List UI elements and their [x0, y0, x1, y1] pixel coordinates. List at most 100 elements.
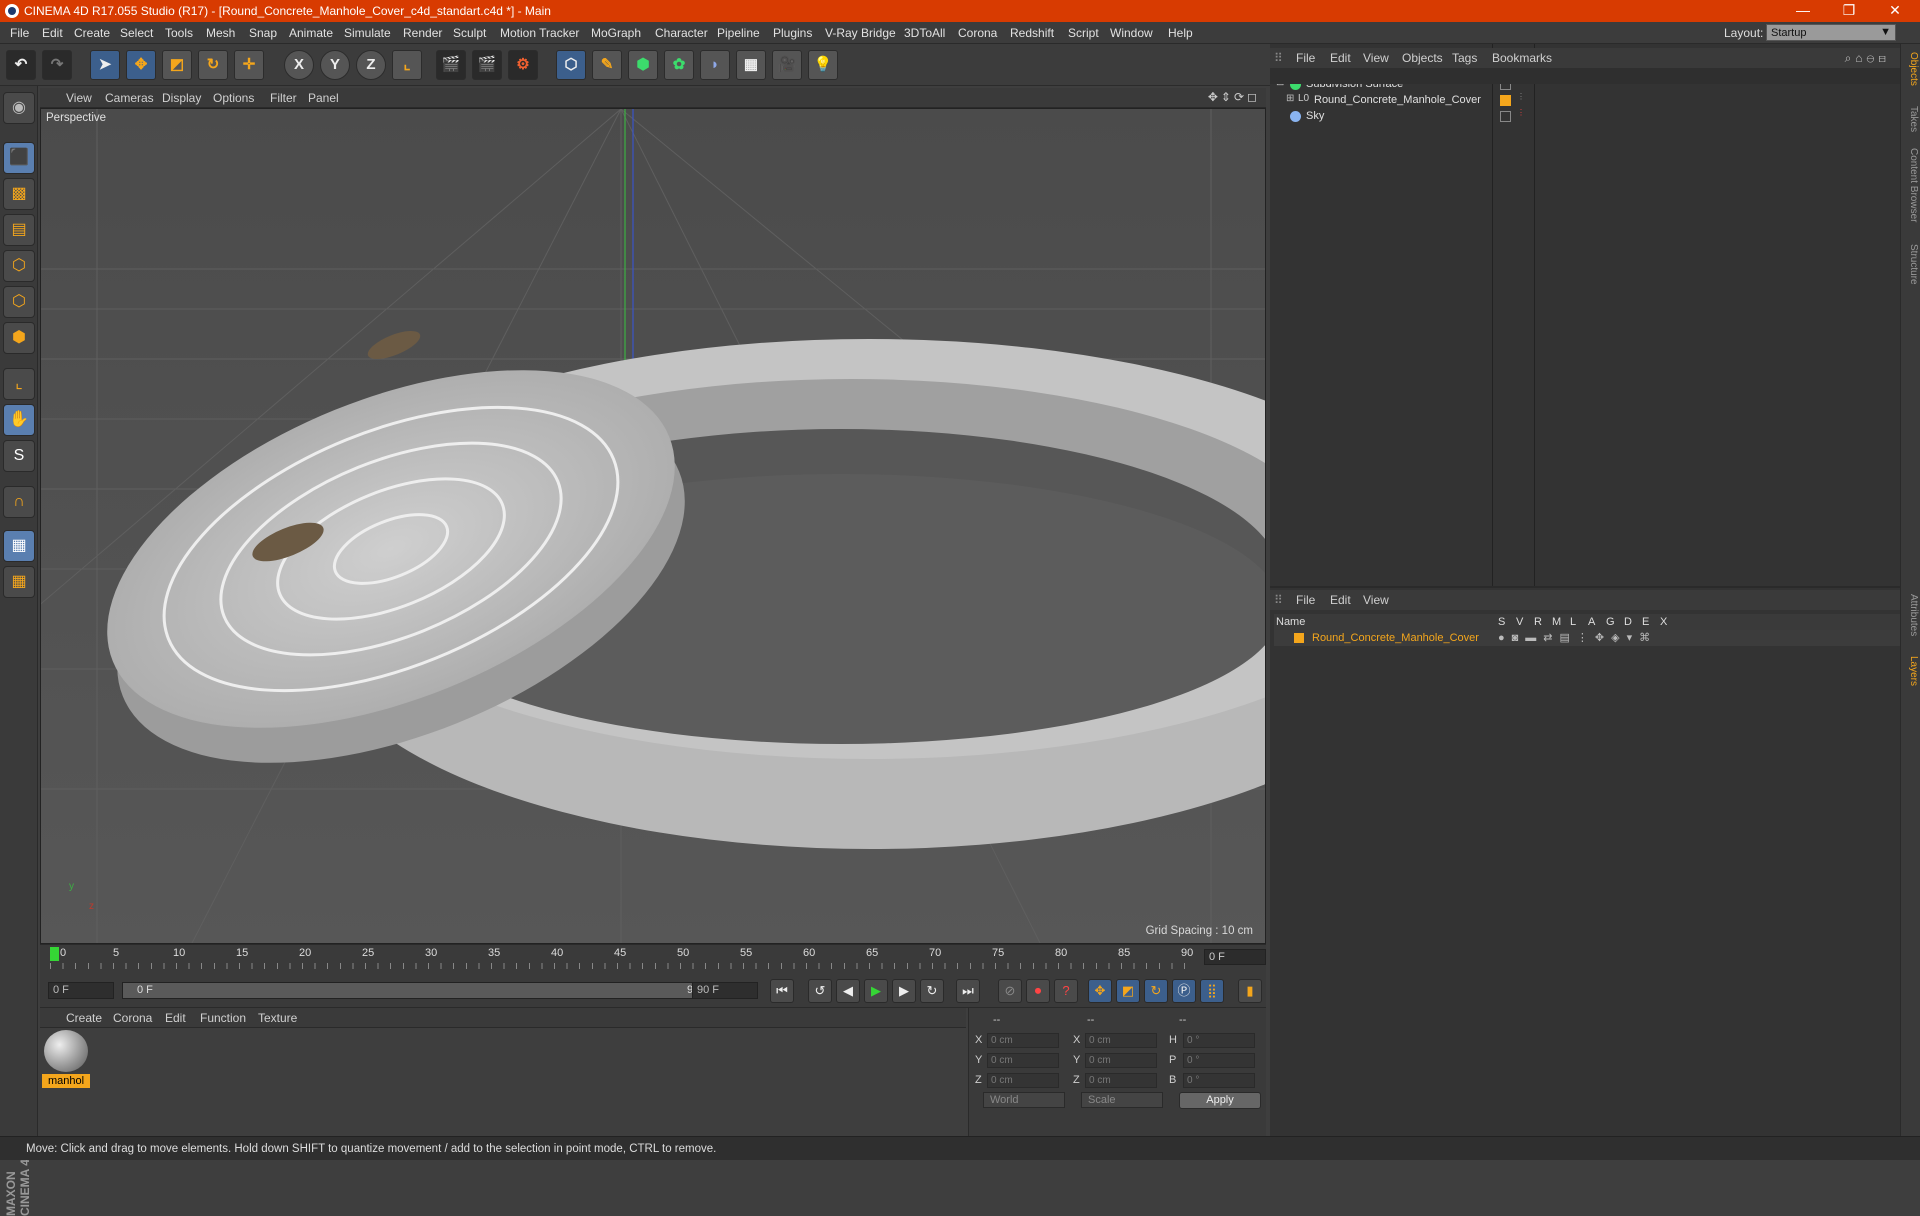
menu-edit[interactable]: Edit [42, 26, 63, 40]
size-y-field[interactable]: 0 cm [1085, 1053, 1157, 1068]
undo-icon[interactable]: ↶ [6, 50, 36, 80]
layers-menu-file[interactable]: File [1296, 593, 1315, 607]
subdivision-surface-icon[interactable]: ⬢ [628, 50, 658, 80]
expand-icon[interactable]: ⊞ [1286, 93, 1294, 104]
menu-file[interactable]: File [10, 26, 29, 40]
close-button[interactable]: ✕ [1872, 0, 1918, 22]
menu-simulate[interactable]: Simulate [344, 26, 391, 40]
tab-layers[interactable]: Layers [1903, 656, 1919, 686]
current-frame-field[interactable]: 0 F [1204, 949, 1266, 965]
record-keys-icon[interactable]: ⊘ [998, 979, 1022, 1003]
viewport-menu-panel[interactable]: Panel [308, 91, 339, 105]
snap-toggle-button[interactable]: S [3, 440, 35, 472]
coordinate-space-select[interactable]: World [983, 1092, 1065, 1108]
render-settings-icon[interactable]: ⚙ [508, 50, 538, 80]
position-x-field[interactable]: 0 cm [987, 1033, 1059, 1048]
cloner-icon[interactable]: ✿ [664, 50, 694, 80]
tab-takes[interactable]: Takes [1903, 106, 1919, 132]
menu-pipeline[interactable]: Pipeline [717, 26, 760, 40]
restore-button[interactable]: ❐ [1826, 0, 1872, 22]
menu-sculpt[interactable]: Sculpt [453, 26, 486, 40]
polygons-mode-icon[interactable]: ⬢ [3, 322, 35, 354]
next-frame-icon[interactable]: ▶ [892, 979, 916, 1003]
scale-tool-icon[interactable]: ◩ [162, 50, 192, 80]
menu-render[interactable]: Render [403, 26, 442, 40]
objects-menu-tags[interactable]: Tags [1452, 51, 1477, 65]
material-menu-function[interactable]: Function [200, 1011, 246, 1025]
lock-workplane-icon[interactable]: ▦ [3, 530, 35, 562]
material-menu-create[interactable]: Create [66, 1011, 102, 1025]
edges-mode-icon[interactable]: ⬡ [3, 286, 35, 318]
light-icon[interactable]: 💡 [808, 50, 838, 80]
tab-content-browser[interactable]: Content Browser [1903, 148, 1919, 222]
transform-tool-icon[interactable]: ✛ [234, 50, 264, 80]
layer-color-icon[interactable] [1500, 95, 1511, 106]
key-pla-icon[interactable]: ⣿ [1200, 979, 1224, 1003]
viewport-menu-filter[interactable]: Filter [270, 91, 297, 105]
axis-mode-icon[interactable]: ⌞ [3, 368, 35, 400]
position-y-field[interactable]: 0 cm [987, 1053, 1059, 1068]
object-row-sky[interactable]: Sky ⋮ [1274, 108, 1900, 125]
viewport-menu-display[interactable]: Display [162, 91, 201, 105]
size-x-field[interactable]: 0 cm [1085, 1033, 1157, 1048]
material-menu-edit[interactable]: Edit [165, 1011, 186, 1025]
minimize-button[interactable]: — [1780, 0, 1826, 22]
go-to-end-icon[interactable]: ⏭ [956, 979, 980, 1003]
menu-tools[interactable]: Tools [165, 26, 193, 40]
visibility-dots-icon[interactable]: ⋮ [1517, 108, 1525, 117]
workplane-icon[interactable]: ▤ [3, 214, 35, 246]
tab-attributes[interactable]: Attributes [1903, 594, 1919, 636]
rotation-h-field[interactable]: 0 ° [1183, 1033, 1255, 1048]
camera-icon[interactable]: 🎥 [772, 50, 802, 80]
layer-row[interactable]: Round_Concrete_Manhole_Cover ●◙▬⇄▤⋮✥◈▾⌘ [1274, 630, 1900, 646]
floor-icon[interactable]: ▦ [736, 50, 766, 80]
tab-structure[interactable]: Structure [1903, 244, 1919, 285]
menu-motion-tracker[interactable]: Motion Tracker [500, 26, 579, 40]
layer-toggle-icons[interactable]: ●◙▬⇄▤⋮✥◈▾⌘ [1498, 631, 1657, 644]
model-mode-icon[interactable]: ⬛ [3, 142, 35, 174]
key-scale-icon[interactable]: ◩ [1116, 979, 1140, 1003]
frame-range-slider[interactable]: 0 F 90 F [122, 982, 724, 999]
key-position-icon[interactable]: ✥ [1088, 979, 1112, 1003]
go-to-start-icon[interactable]: ⏮ [770, 979, 794, 1003]
previous-key-icon[interactable]: ↺ [808, 979, 832, 1003]
move-tool-icon[interactable]: ✥ [126, 50, 156, 80]
x-axis-lock-button[interactable]: X [284, 50, 314, 80]
tweak-mode-icon[interactable]: ✋ [3, 404, 35, 436]
cube-primitive-icon[interactable]: ⬡ [556, 50, 586, 80]
deformer-icon[interactable]: ◗ [700, 50, 730, 80]
timeline-ruler[interactable]: 0 5 10 15 20 25 30 35 40 45 50 55 60 65 … [40, 944, 1266, 974]
menu-select[interactable]: Select [120, 26, 153, 40]
objects-menu-view[interactable]: View [1363, 51, 1389, 65]
rotation-p-field[interactable]: 0 ° [1183, 1053, 1255, 1068]
key-parameter-icon[interactable]: Ⓟ [1172, 979, 1196, 1003]
render-picture-viewer-icon[interactable]: 🎬 [472, 50, 502, 80]
keyframe-selection-icon[interactable]: ? [1054, 979, 1078, 1003]
layers-menu-edit[interactable]: Edit [1330, 593, 1351, 607]
objects-menu-edit[interactable]: Edit [1330, 51, 1351, 65]
menu-plugins[interactable]: Plugins [773, 26, 812, 40]
material-manhol[interactable]: manhol [41, 1028, 93, 1090]
timeline-window-icon[interactable]: ▮ [1238, 979, 1262, 1003]
material-menu-texture[interactable]: Texture [258, 1011, 297, 1025]
visibility-dots-icon[interactable]: ⋮ [1517, 92, 1525, 101]
coordinate-system-icon[interactable]: ⌞ [392, 50, 422, 80]
menu-window[interactable]: Window [1110, 26, 1153, 40]
layers-menu-view[interactable]: View [1363, 593, 1389, 607]
redo-icon[interactable]: ↷ [42, 50, 72, 80]
tab-objects[interactable]: Objects [1903, 52, 1919, 86]
magnet-icon[interactable]: ∩ [3, 486, 35, 518]
position-z-field[interactable]: 0 cm [987, 1073, 1059, 1088]
perspective-viewport[interactable]: Perspective y z Grid Spacing : 10 cm [40, 108, 1266, 944]
texture-mode-icon[interactable]: ▩ [3, 178, 35, 210]
viewport-nav-icons[interactable]: ✥⇕⟳◻ [1208, 90, 1260, 104]
layer-swatch-icon[interactable] [1500, 111, 1511, 122]
next-key-icon[interactable]: ↻ [920, 979, 944, 1003]
size-mode-select[interactable]: Scale [1081, 1092, 1163, 1108]
auto-keying-icon[interactable]: ⏺ [1026, 979, 1050, 1003]
live-selection-icon[interactable]: ➤ [90, 50, 120, 80]
menu-snap[interactable]: Snap [249, 26, 277, 40]
menu-mograph[interactable]: MoGraph [591, 26, 641, 40]
z-axis-lock-button[interactable]: Z [356, 50, 386, 80]
menu-create[interactable]: Create [74, 26, 110, 40]
